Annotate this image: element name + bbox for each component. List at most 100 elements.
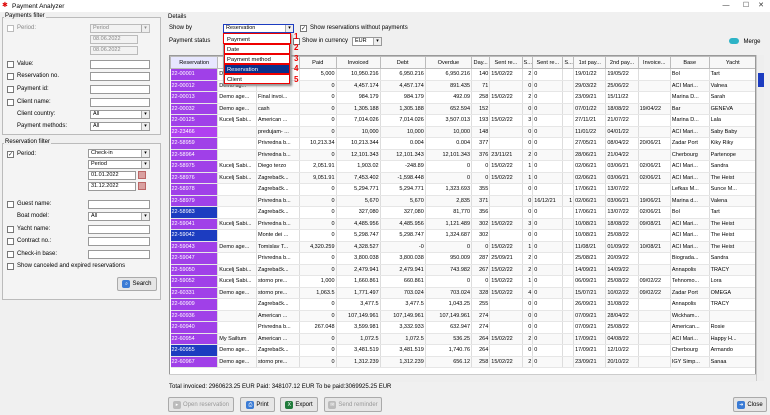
table-row[interactable]: 22-58979 Privredna b... 0 5,670 5,670 2,835 37…: [170, 195, 755, 207]
contract-no-checkbox[interactable]: [7, 238, 14, 245]
column-header[interactable]: Invoice...: [637, 56, 671, 69]
contract-no-input[interactable]: [88, 237, 150, 246]
table-row[interactable]: 22-58975 Kucelj Sabi... Diego terzo 2,051.9…: [170, 160, 755, 173]
table-row[interactable]: 22-60955 Demo age... Zagrebačk... 0 3,481.51…: [170, 344, 755, 357]
table-row[interactable]: 22-60954 My Sailtum American ... 0 1,072.5 1,…: [170, 333, 755, 345]
table-row[interactable]: 22-58978 Zagrebačk... 0 5,294.771 5,294.771 1…: [170, 183, 755, 196]
guest-name-checkbox[interactable]: [7, 201, 14, 208]
table-row[interactable]: 22-59042 Monte dei ... 0 5,298.747 5,298.747…: [170, 229, 755, 242]
table-row[interactable]: 22-60909 Zagrebačk... 0 3,477.5 3,477.5 1,043…: [170, 298, 755, 311]
calendar-icon[interactable]: [138, 171, 146, 179]
column-header[interactable]: Base: [669, 56, 710, 69]
open-reservation-button[interactable]: ▸ Open reservation: [168, 397, 234, 412]
column-header[interactable]: Sent re...: [489, 56, 523, 69]
reservation-no-checkbox[interactable]: [7, 73, 14, 80]
table-row[interactable]: 22-00032 Demo age... cash 0 1,305.188 1,305.1…: [170, 103, 755, 115]
show-without-payments-checkbox[interactable]: ✓: [300, 25, 307, 32]
show-canceled-checkbox[interactable]: [7, 263, 14, 270]
table-row[interactable]: 22-60967 Demo age... storno pre... 0 1,312.2…: [170, 356, 755, 368]
payment-date-to[interactable]: 08.06.2022: [90, 46, 138, 55]
table-row[interactable]: 22-59052 Kucelj Sabi... storno pre... 1,000…: [170, 275, 755, 288]
payment-id-input[interactable]: [90, 85, 150, 94]
table-row[interactable]: 22-58964 Privredna b... 0 12,101.343 12,101.…: [170, 149, 755, 161]
print-button[interactable]: ⎙ Print: [240, 397, 275, 412]
vertical-scrollbar[interactable]: [756, 55, 764, 381]
table-row[interactable]: 22-59050 Kucelj Sabi... Zagrebačk... 0 2,479…: [170, 264, 755, 276]
boat-model-select[interactable]: All ▾: [88, 212, 150, 221]
period-type-select[interactable]: Check-in ▾: [88, 149, 150, 158]
reservation-no-input[interactable]: [90, 72, 150, 81]
value-checkbox[interactable]: [7, 61, 14, 68]
table-row[interactable]: 22-00013 Demo age... Final invoi... 0 984.17…: [170, 91, 755, 104]
minimize-button[interactable]: —: [716, 0, 736, 12]
guest-name-label: Guest name:: [17, 201, 52, 207]
reservation-period-checkbox[interactable]: ✓: [7, 151, 14, 158]
reservation-date-from[interactable]: 01.01.2022: [88, 171, 136, 180]
export-button[interactable]: X Export: [280, 397, 318, 412]
checkin-base-checkbox[interactable]: [7, 251, 14, 258]
client-country-select[interactable]: All ▾: [90, 110, 150, 119]
column-header[interactable]: S...: [562, 56, 575, 69]
column-header[interactable]: Yacht: [708, 56, 755, 69]
calendar-icon[interactable]: [138, 182, 146, 190]
option-date[interactable]: Date: [224, 44, 290, 54]
column-header[interactable]: S...: [521, 56, 534, 69]
table-cell: 16/12/21: [532, 195, 564, 207]
client-name-checkbox[interactable]: [7, 99, 14, 106]
currency-select[interactable]: EUR ▾: [352, 37, 382, 46]
guest-name-input[interactable]: [88, 200, 150, 209]
value-input[interactable]: [90, 60, 150, 69]
search-button[interactable]: ⌕ Search: [117, 277, 157, 291]
table-row[interactable]: 22-59041 Kucelj Sabi... Privredna b... 0 4,4…: [170, 218, 755, 230]
reservation-period-select[interactable]: Period ▾: [88, 160, 150, 169]
horizontal-scrollbar[interactable]: [169, 374, 756, 382]
table-cell: 0: [532, 172, 564, 184]
option-reservation[interactable]: Reservation: [224, 64, 290, 74]
table-cell: 08/04/22: [605, 137, 639, 150]
table-row[interactable]: 22-60940 Privredna b... 267.048 3,599.981 3,…: [170, 321, 755, 334]
scroll-thumb[interactable]: [758, 73, 764, 87]
table-row[interactable]: 22-23466 predujam- ... 0 10,000 10,000 10,000…: [170, 126, 755, 138]
close-window-button[interactable]: ✕: [751, 0, 770, 12]
column-header[interactable]: Paid: [299, 56, 337, 69]
table-row[interactable]: 22-58976 Kucelj Sabi... Zagrebačk... 9,051.…: [170, 172, 755, 184]
payment-methods-select[interactable]: All ▾: [90, 122, 150, 131]
period-checkbox[interactable]: [7, 25, 14, 32]
show-by-select[interactable]: Reservation ▾: [223, 24, 294, 33]
column-header[interactable]: Sent re...: [532, 56, 564, 69]
payment-id-checkbox[interactable]: [7, 86, 14, 93]
table-cell: [638, 356, 671, 368]
table-cell: 03/06/21: [605, 172, 639, 184]
option-payment-method[interactable]: Payment method: [224, 54, 290, 64]
table-cell: [489, 344, 523, 357]
table-row[interactable]: 22-59043 Demo age... Tomislav T... 4,320.25…: [170, 241, 755, 253]
table-row[interactable]: 22-59047 Privredna b... 0 3,800.038 3,800.03…: [170, 252, 755, 265]
payment-date-from[interactable]: 08.06.2022: [90, 35, 138, 44]
table-row[interactable]: 22-60936 American ... 0 107,149.961 107,149.…: [170, 310, 755, 322]
column-header[interactable]: Day...: [471, 56, 491, 69]
merge-button[interactable]: Merge: [727, 36, 763, 47]
table-row[interactable]: 22-00125 Kucelj Sabi... American ... 0 7,014…: [170, 114, 755, 127]
send-reminder-button[interactable]: ✉ Send reminder: [324, 397, 382, 412]
yacht-name-input[interactable]: [88, 225, 150, 234]
column-header[interactable]: Reservation: [170, 56, 219, 69]
close-button[interactable]: ➜ Close: [733, 397, 767, 412]
column-header[interactable]: Overdue: [424, 56, 473, 69]
table-cell: 23/09/21: [573, 356, 607, 368]
column-header[interactable]: 1st pay...: [573, 56, 607, 69]
table-cell: 1,043.25: [425, 298, 473, 311]
table-row[interactable]: 22-58959 Privredna b... 10,213.34 10,213.34…: [170, 137, 755, 150]
table-row[interactable]: 22-60331 Demo age... storno pre... 1,063.5 1…: [170, 287, 755, 299]
table-cell: 0: [471, 160, 491, 173]
table-row[interactable]: 22-58983 Zagrebačk... 0 327,080 327,080 81,77…: [170, 206, 755, 219]
option-client[interactable]: Client: [224, 74, 290, 84]
table-cell: [562, 126, 575, 138]
reservation-date-to[interactable]: 31.12.2022: [88, 182, 136, 191]
yacht-name-checkbox[interactable]: [7, 226, 14, 233]
period-select[interactable]: Period ▾: [90, 24, 150, 33]
column-header[interactable]: Debt: [379, 56, 426, 69]
column-header[interactable]: Invoiced: [335, 56, 381, 69]
column-header[interactable]: 2nd pay...: [605, 56, 639, 69]
client-name-input[interactable]: [90, 98, 150, 107]
checkin-base-input[interactable]: [88, 250, 150, 259]
